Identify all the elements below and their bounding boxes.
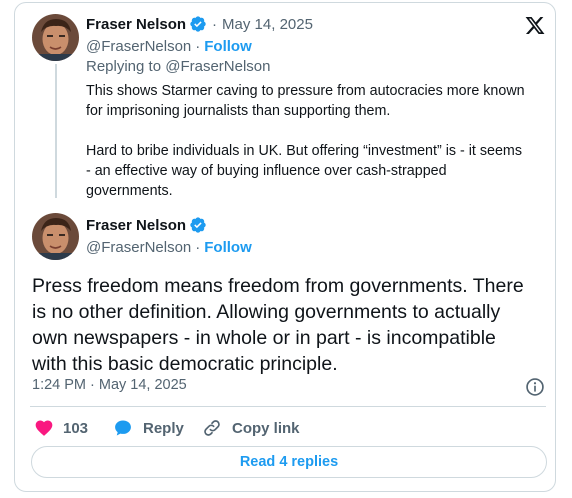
heart-icon: [35, 420, 53, 436]
reply-tweet-text: This shows Starmer caving to pressure fr…: [86, 81, 525, 201]
avatar[interactable]: [32, 213, 79, 260]
copy-link-label: Copy link: [232, 419, 300, 437]
tweet-timestamp[interactable]: 1:24 PM · May 14, 2025: [32, 377, 187, 393]
reply-label: Reply: [143, 419, 184, 437]
text-line: - an effective way of buying influence o…: [86, 163, 447, 179]
info-icon[interactable]: [525, 377, 545, 397]
text-line: with this basic democratic principle.: [32, 353, 338, 375]
tweet-date[interactable]: May 14, 2025: [222, 16, 313, 33]
text-line: Hard to bribe individuals in UK. But off…: [86, 143, 522, 159]
main-author-row: Fraser Nelson: [86, 216, 207, 234]
text-line: governments.: [86, 183, 173, 199]
author-handle[interactable]: @FraserNelson: [86, 239, 191, 256]
author-name[interactable]: Fraser Nelson: [86, 16, 186, 33]
reply-button[interactable]: Reply: [113, 418, 184, 438]
follow-button[interactable]: Follow: [204, 38, 252, 55]
link-icon: [204, 420, 220, 436]
reply-handle-row: @FraserNelson · Follow: [86, 38, 252, 55]
like-button[interactable]: 103: [34, 418, 88, 438]
replying-to[interactable]: Replying to @FraserNelson: [86, 58, 270, 75]
reply-bubble-icon: [115, 420, 131, 436]
thread-connector-line: [55, 64, 57, 198]
dot-separator: ·: [195, 38, 201, 55]
main-tweet-text: Press freedom means freedom from governm…: [32, 273, 524, 377]
main-handle-row: @FraserNelson · Follow: [86, 239, 252, 256]
x-logo-icon[interactable]: [524, 15, 546, 36]
text-line: This shows Starmer caving to pressure fr…: [86, 83, 525, 99]
text-line: own newspapers - in whole or in part - i…: [32, 327, 496, 349]
dot-separator: ·: [212, 15, 218, 33]
follow-button[interactable]: Follow: [204, 239, 252, 256]
reply-author-row: Fraser Nelson · May 14, 2025: [86, 15, 313, 33]
dot-separator: ·: [195, 239, 201, 256]
avatar[interactable]: [32, 14, 79, 61]
text-line: is no other definition. Allowing governm…: [32, 301, 501, 323]
verified-badge-icon: [190, 16, 206, 32]
text-line: Press freedom means freedom from governm…: [32, 275, 524, 297]
read-replies-button[interactable]: Read 4 replies: [31, 446, 547, 478]
like-count: 103: [63, 419, 89, 437]
author-handle[interactable]: @FraserNelson: [86, 38, 191, 55]
copy-link-button[interactable]: Copy link: [202, 418, 300, 438]
verified-badge-icon: [190, 217, 206, 233]
author-name[interactable]: Fraser Nelson: [86, 217, 186, 234]
divider: [30, 406, 546, 407]
text-line: for imprisoning journalists than support…: [86, 103, 391, 119]
